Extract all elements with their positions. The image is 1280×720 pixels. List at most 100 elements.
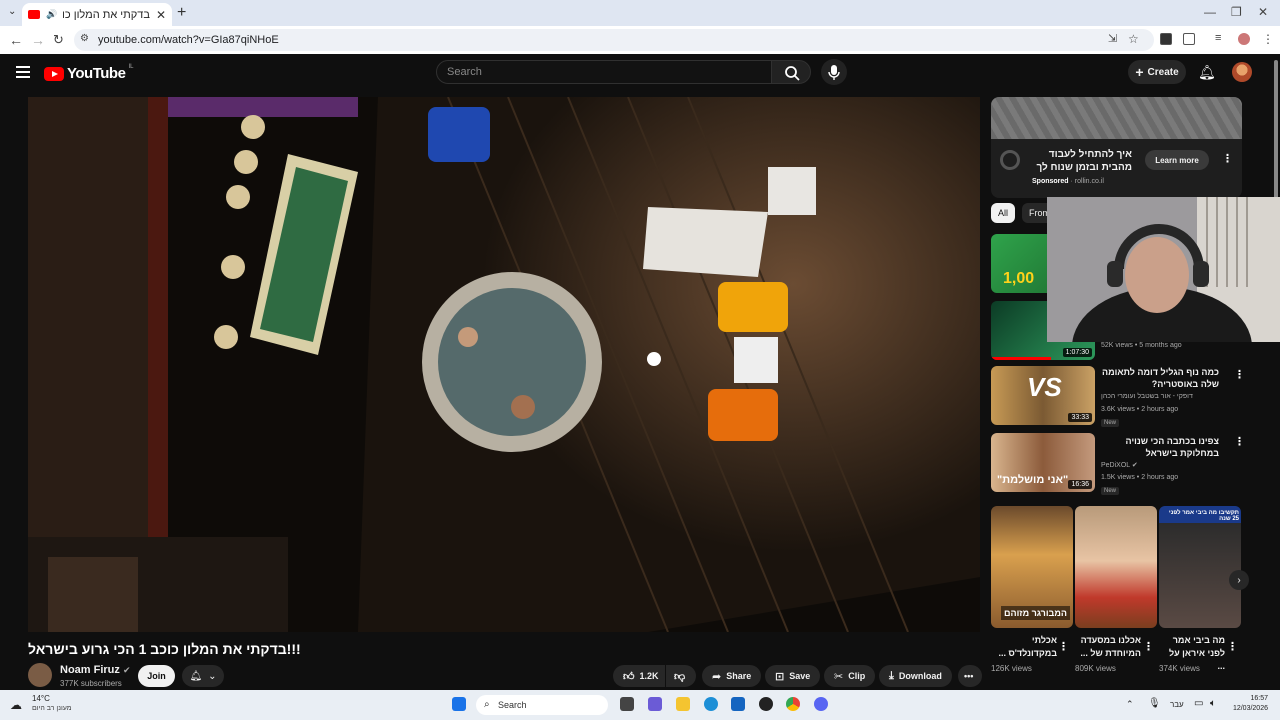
input-language[interactable]: עבר [1170,700,1184,709]
ad-menu-icon[interactable]: ⋮ [1222,152,1233,165]
streamer-camera-image [1047,197,1280,342]
back-icon[interactable]: ← [9,32,23,48]
rec-title-3: כמה נוף הגליל דומה לתאומה שלה באוסטריה? [1102,367,1219,389]
clock-date[interactable]: 12/03/2026 [1228,705,1268,712]
tab-search-chevron-icon[interactable]: ⌄ [8,6,16,17]
create-button[interactable]: + Create [1128,60,1186,84]
rec-thumb-3[interactable]: VS 33:33 [991,366,1095,425]
save-button[interactable]: ⊡ Save [765,665,821,687]
profile-avatar-icon[interactable] [1238,33,1250,45]
chip-all[interactable]: All [991,203,1016,223]
scissors-icon: ✂ [834,670,844,683]
shorts-next-button[interactable]: › [1229,570,1249,590]
ad-banner [991,97,1242,139]
like-button[interactable]: 👍︎ 1.2K [613,665,665,687]
taskbar-search[interactable]: Search [476,695,608,715]
teams-icon[interactable] [648,697,662,711]
short-menu-icon-2[interactable]: ⋮ [1143,640,1154,653]
microphone-icon [828,65,840,80]
new-tab-button[interactable]: + [177,4,186,22]
rec-thumb-1-overlay: 1,00 [1003,270,1035,287]
rec-time-4: 2 hours ago [1141,474,1179,481]
search-icon [785,66,800,81]
tab-close-icon[interactable]: ✕ [156,8,166,22]
youtube-masthead: YouTube IL Search + Create 🔔︎ [0,54,1280,92]
start-windows-icon[interactable] [452,697,466,711]
forward-icon[interactable]: → [31,32,45,48]
plus-icon: + [1135,64,1144,80]
volume-icon[interactable]: 🔈︎ [1210,698,1216,709]
learn-more-button[interactable]: Learn more [1145,150,1209,170]
tab-groups-icon[interactable]: ≡ [1215,32,1221,44]
extension-icon[interactable] [1160,33,1172,45]
tray-chevron-up-icon[interactable]: ⌃ [1126,699,1134,710]
subscribed-notifications-button[interactable]: 🔔︎ ⌄ [182,665,224,687]
minimize-icon[interactable]: — [1204,5,1216,19]
short-title-2: אכלנו במסעדה המיוחדת של ... [1080,635,1141,658]
extensions-puzzle-icon[interactable] [1183,33,1195,45]
rec-channel-name-4: PeDiXOL [1101,462,1130,469]
clip-button[interactable]: ✂ Clip [824,665,876,687]
bookmark-star-icon[interactable]: ☆ [1128,32,1139,46]
download-button[interactable]: ⤓ Download [879,665,952,687]
page-scrollbar[interactable] [1272,60,1280,200]
site-info-icon[interactable]: ⚙ [80,33,89,44]
join-button[interactable]: Join [138,665,175,687]
voice-search-button[interactable] [821,59,847,85]
short-menu-icon-1[interactable]: ⋮ [1058,640,1069,653]
short-thumb-3[interactable]: תקשיבו מה ביבי אמר לפני 25 שנה [1159,506,1241,628]
channel-avatar[interactable] [28,663,52,687]
guide-menu-icon[interactable] [16,66,30,81]
url-text: youtube.com/watch?v=GIa87qiNHoE [98,34,279,46]
browser-toolbar: ← → ↻ youtube.com/watch?v=GIa87qiNHoE ⚙ … [0,26,1280,54]
address-bar[interactable]: youtube.com/watch?v=GIa87qiNHoE [74,29,1154,51]
maximize-icon[interactable]: ❐ [1231,5,1242,19]
obs-icon[interactable] [759,697,773,711]
video-player[interactable] [28,97,980,632]
reload-icon[interactable]: ↻ [53,32,64,48]
weather-cloud-icon[interactable]: ☁ [10,698,22,712]
microphone-tray-icon[interactable]: 🎙︎ [1148,698,1161,709]
clock-time[interactable]: 16:57 [1228,695,1268,702]
install-app-icon[interactable]: ⇲ [1108,32,1117,45]
close-window-icon[interactable]: ✕ [1258,5,1268,19]
rec-duration-3: 33:33 [1068,413,1092,422]
video-frame [28,97,980,632]
network-icon[interactable]: ▭ [1194,698,1203,709]
ad-domain: · rollin.co.il [1070,178,1104,185]
dislike-button[interactable]: 👎︎ [666,665,696,687]
short-thumb-1[interactable]: המבורגר מזוהם [991,506,1073,628]
file-explorer-icon[interactable] [676,697,690,711]
browser-tab-active[interactable]: 🔊 בדקתי את המלון כוכב 1 הכי ✕ [22,3,172,26]
channel-name-text: Noam Firuz [60,664,120,676]
search-input[interactable]: Search [436,60,772,84]
edge-icon[interactable] [704,697,718,711]
like-count: 1.2K [639,671,659,681]
watch-progress-bar [991,357,1051,360]
rec-menu-icon-4[interactable]: ⋮ [1234,435,1245,448]
more-actions-button[interactable]: ••• [958,665,982,687]
channel-name[interactable]: Noam Firuz ✔ [60,664,131,676]
verified-check-icon: ✔ [1131,462,1138,469]
weather-description: מעונן רב היום [32,705,72,712]
browser-menu-icon[interactable]: ⋮ [1262,32,1274,46]
search-button[interactable] [771,60,811,84]
share-button[interactable]: ➦ Share [702,665,762,687]
chevron-down-icon: ⌄ [208,670,217,682]
youtube-logo[interactable]: YouTube IL [44,64,133,82]
discord-icon[interactable] [814,697,828,711]
rec-thumb-4[interactable]: "אני מושלמת" 16:36 [991,433,1095,492]
short-thumb-2[interactable] [1075,506,1157,628]
account-avatar[interactable] [1232,62,1252,82]
rec-meta-3: 3.6K views • 2 hours ago [1101,406,1179,413]
sponsored-label: Sponsored [1032,178,1069,185]
rec-menu-icon-3[interactable]: ⋮ [1234,368,1245,381]
rec-time-2: 5 months ago [1139,342,1182,349]
short-menu-icon-3[interactable]: ⋮ [1227,640,1238,653]
bookmark-icon: ⊡ [775,670,785,683]
store-icon[interactable] [731,697,745,711]
notifications-bell-icon[interactable]: 🔔︎ [1198,64,1216,81]
audio-playing-icon[interactable]: 🔊 [46,9,57,20]
task-view-icon[interactable] [620,697,634,711]
chrome-icon[interactable] [786,697,800,711]
